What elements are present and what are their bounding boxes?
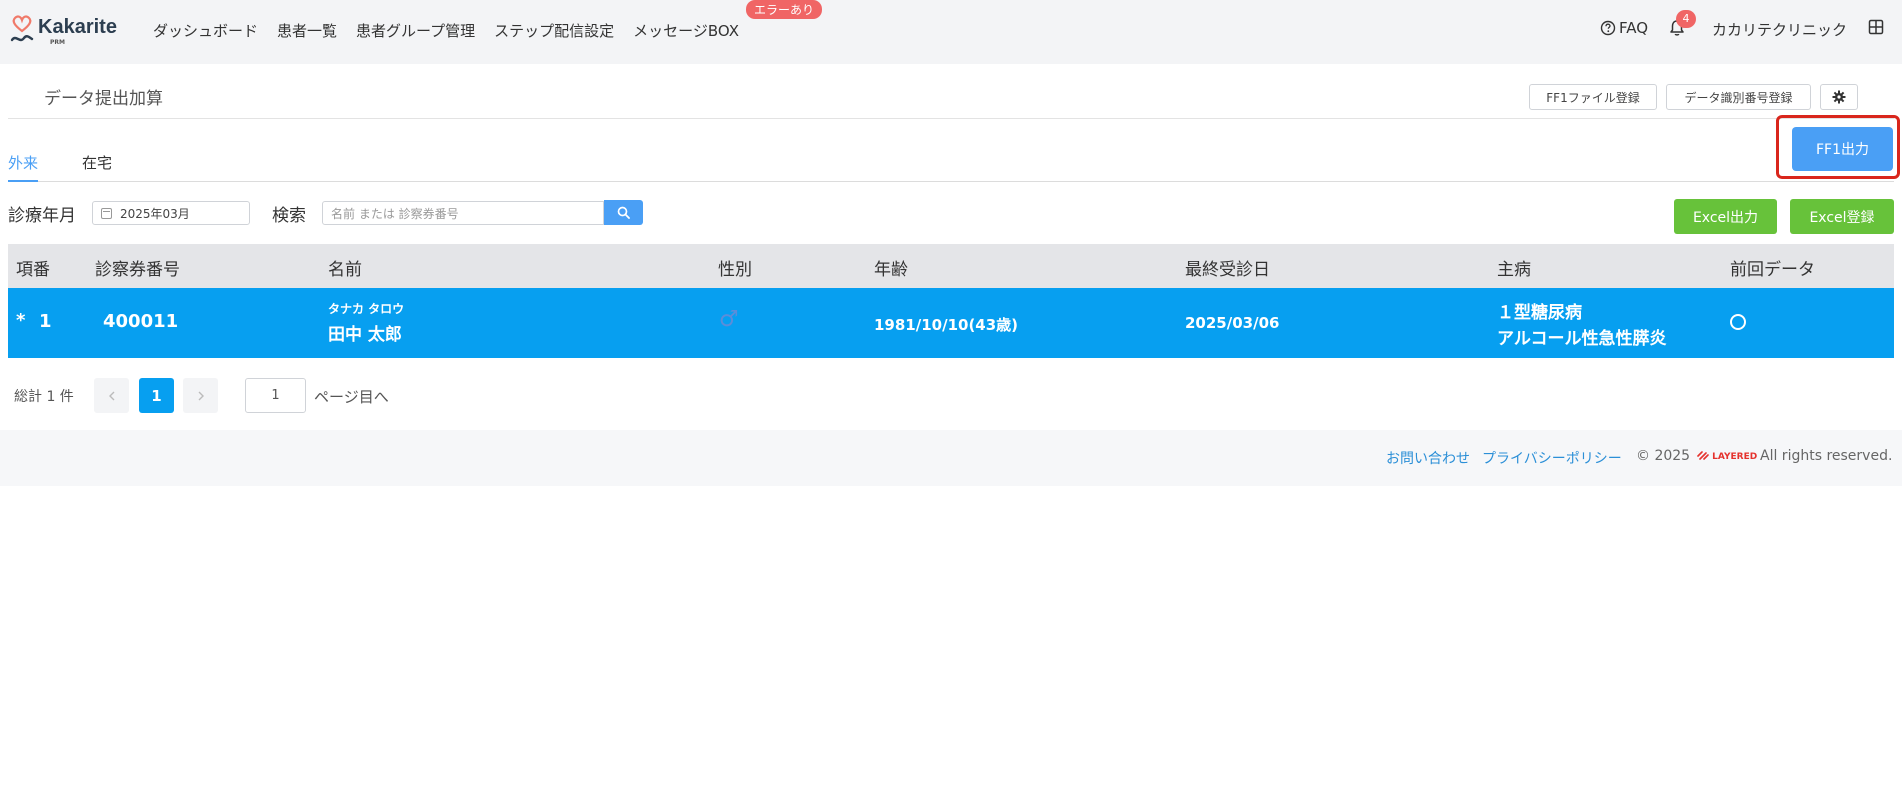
- settings-button[interactable]: [1820, 84, 1858, 110]
- help-circle-icon: [1600, 20, 1616, 36]
- page-button-current[interactable]: 1: [139, 378, 174, 413]
- search-button[interactable]: [604, 200, 643, 225]
- search-placeholder: 名前 または 診察券番号: [331, 206, 459, 221]
- total-count: 総計 1 件: [14, 389, 74, 405]
- col-name: 名前: [328, 260, 362, 280]
- company-logo: LAYERED: [1697, 450, 1757, 462]
- male-icon: ♂: [719, 307, 739, 332]
- layered-mark-icon: [1697, 451, 1709, 460]
- nav-message-box[interactable]: メッセージBOX: [633, 20, 739, 41]
- calendar-icon: [101, 207, 112, 219]
- next-page-button[interactable]: [183, 378, 218, 413]
- ff1-output-button[interactable]: FF1出力: [1792, 127, 1893, 171]
- col-gender: 性別: [718, 260, 752, 280]
- row-disease-1: １型糖尿病: [1497, 303, 1582, 323]
- faq-link[interactable]: FAQ: [1600, 19, 1648, 37]
- goto-page-label: ページ目へ: [314, 388, 389, 406]
- col-last-visit: 最終受診日: [1185, 260, 1270, 280]
- footer: お問い合わせ プライバシーポリシー © 2025 LAYERED All rig…: [0, 430, 1902, 486]
- copyright-text: © 2025: [1636, 448, 1691, 464]
- faq-label: FAQ: [1619, 19, 1649, 37]
- data-id-register-button[interactable]: データ識別番号登録: [1666, 84, 1811, 110]
- row-disease-2: アルコール性急性膵炎: [1497, 329, 1667, 349]
- month-value: 2025年03月: [120, 206, 190, 221]
- col-main-disease: 主病: [1497, 260, 1531, 280]
- tab-outpatient[interactable]: 外来: [8, 152, 38, 173]
- col-index: 項番: [16, 260, 50, 280]
- row-name-kana: タナカ タロウ: [328, 302, 405, 316]
- chevron-left-icon: [108, 391, 114, 400]
- row-birth-age: 1981/10/10(43歳): [874, 316, 1019, 334]
- col-card-no: 診察券番号: [95, 260, 180, 280]
- clinic-menu[interactable]: カカリテクリニック: [1712, 19, 1847, 40]
- title-divider: [8, 118, 1894, 119]
- main-nav: ダッシュボード 患者一覧 患者グループ管理 ステップ配信設定 メッセージBOX: [153, 20, 739, 41]
- row-last-visit: 2025/03/06: [1185, 314, 1280, 332]
- col-previous-data: 前回データ: [1730, 260, 1815, 280]
- nav-patient-group[interactable]: 患者グループ管理: [356, 20, 475, 41]
- col-age: 年齢: [874, 260, 908, 280]
- grid-icon: [1868, 19, 1884, 35]
- table-header: 項番 診察券番号 名前 性別 年齢 最終受診日 主病 前回データ: [8, 244, 1894, 288]
- month-picker[interactable]: 2025年03月: [92, 201, 250, 225]
- tab-divider: [8, 181, 1894, 182]
- logo[interactable]: Kakarite PRM: [10, 14, 117, 48]
- goto-page-input[interactable]: 1: [245, 378, 306, 413]
- search-label: 検索: [272, 206, 306, 226]
- heart-logo-icon: [10, 15, 34, 42]
- chevron-right-icon: [198, 391, 204, 400]
- apps-grid-button[interactable]: [1868, 19, 1884, 35]
- top-navbar: Kakarite PRM ダッシュボード 患者一覧 患者グループ管理 ステップ配…: [0, 0, 1902, 64]
- search-icon: [617, 206, 630, 219]
- clinic-name: カカリテクリニック: [1712, 21, 1848, 39]
- search-input[interactable]: 名前 または 診察券番号: [322, 201, 604, 225]
- excel-output-button[interactable]: Excel出力: [1674, 199, 1777, 234]
- contact-link[interactable]: お問い合わせ: [1386, 448, 1470, 468]
- month-label: 診療年月: [8, 206, 76, 226]
- tab-home-care[interactable]: 在宅: [82, 152, 112, 173]
- ff1-file-register-button[interactable]: FF1ファイル登録: [1529, 84, 1657, 110]
- row-mark: *: [16, 310, 26, 331]
- table-row[interactable]: * 1 400011 タナカ タロウ 田中 太郎 ♂ 1981/10/10(43…: [8, 288, 1894, 358]
- row-card-no: 400011: [103, 311, 179, 332]
- error-badge: エラーあり: [746, 0, 823, 19]
- company-logo-text: LAYERED: [1712, 452, 1758, 462]
- nav-patient-list[interactable]: 患者一覧: [277, 20, 337, 41]
- page-title: データ提出加算: [44, 89, 163, 109]
- rights-text: All rights reserved.: [1760, 448, 1893, 464]
- excel-register-button[interactable]: Excel登録: [1790, 199, 1894, 234]
- previous-data-circle-icon: [1730, 314, 1746, 330]
- row-index: 1: [39, 311, 52, 332]
- active-tab-indicator: [8, 180, 38, 182]
- prev-page-button[interactable]: [94, 378, 129, 413]
- notification-count-badge: 4: [1676, 10, 1696, 28]
- row-name[interactable]: 田中 太郎: [328, 320, 402, 345]
- nav-dashboard[interactable]: ダッシュボード: [153, 20, 258, 41]
- logo-subtext: PRM: [50, 39, 65, 46]
- privacy-policy-link[interactable]: プライバシーポリシー: [1482, 448, 1622, 468]
- gear-icon: [1832, 90, 1846, 104]
- nav-step-delivery[interactable]: ステップ配信設定: [494, 20, 614, 41]
- logo-text: Kakarite: [38, 16, 117, 38]
